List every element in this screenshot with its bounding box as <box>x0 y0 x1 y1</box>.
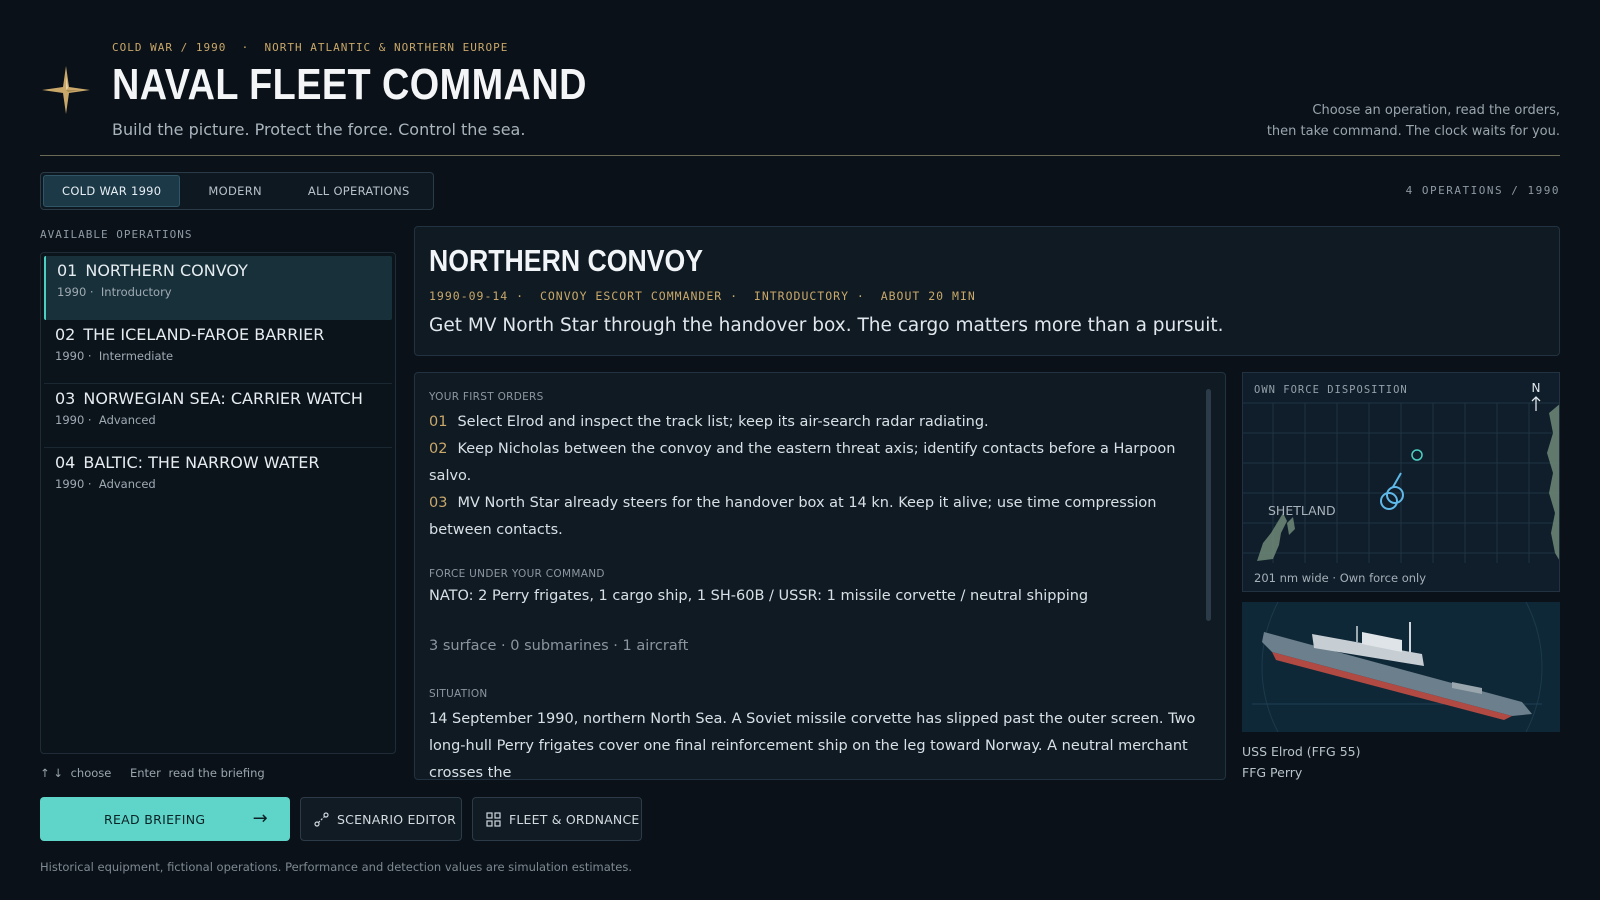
briefing-date: 1990-09-14 <box>429 289 509 303</box>
read-briefing-button[interactable]: READ BRIEFING → <box>40 797 290 841</box>
briefing-summary: Get MV North Star through the handover b… <box>429 315 1224 336</box>
keyboard-hints: ↑ ↓ choose Enter read the briefing <box>40 766 269 780</box>
briefing-role: CONVOY ESCORT COMMANDER <box>539 289 723 303</box>
operation-meta: 1990 · Intermediate <box>55 349 174 363</box>
ship-image <box>1242 602 1560 732</box>
page-header: COLD WAR / 1990 · NORTH ATLANTIC & NORTH… <box>40 36 1560 156</box>
compass-star-icon <box>42 66 90 114</box>
route-icon <box>314 812 329 827</box>
map-footer: 201 nm wide · Own force only <box>1254 571 1427 585</box>
frigate-illustration <box>1252 602 1543 732</box>
header-hint: Choose an operation, read the orders, th… <box>1267 100 1560 142</box>
order-item: 01 Select Elrod and inspect the track lis… <box>429 414 989 430</box>
grid-icon <box>486 812 501 827</box>
unit-counts: 3 surface · 0 submarines · 1 aircraft <box>429 638 689 654</box>
operation-title: 02 THE ICELAND-FAROE BARRIER <box>55 325 325 344</box>
operation-item-northern-convoy[interactable]: 01 NORTHERN CONVOY 1990 · Introductory <box>44 256 392 320</box>
orders-scrollbar[interactable] <box>1206 389 1211 621</box>
force-text: NATO: 2 Perry frigates, 1 cargo ship, 1 … <box>429 588 1089 604</box>
scenario-editor-label: SCENARIO EDITOR <box>337 811 457 827</box>
tab-cold-war-1990[interactable]: COLD WAR 1990 <box>43 175 181 207</box>
read-briefing-label: READ BRIEFING <box>104 811 206 827</box>
operations-list: 01 NORTHERN CONVOY 1990 · Introductory 02… <box>40 252 396 754</box>
operation-title: 03 NORWEGIAN SEA: CARRIER WATCH <box>55 389 363 408</box>
kicker-region: NORTH ATLANTIC & NORTHERN EUROPE <box>264 41 509 54</box>
map-place-label: SHETLAND <box>1268 503 1336 518</box>
briefing-level: INTRODUCTORY <box>753 289 849 303</box>
own-force-markers <box>1380 472 1404 510</box>
tab-all-operations[interactable]: ALL OPERATIONS <box>290 175 428 207</box>
fleet-ordnance-label: FLEET & ORDNANCE <box>509 811 640 827</box>
arrow-keys-hint: ↑ ↓ <box>40 766 63 780</box>
briefing-meta: 1990-09-14 · CONVOY ESCORT COMMANDER · I… <box>429 289 976 303</box>
map-label: OWN FORCE DISPOSITION <box>1254 384 1408 396</box>
operation-meta: 1990 · Advanced <box>55 477 156 491</box>
orders-panel: YOUR FIRST ORDERS 01 Select Elrod and ins… <box>414 372 1226 780</box>
situation-text: 14 September 1990, northern North Sea. A… <box>429 711 1196 780</box>
order-item: 02 Keep Nicholas between the convoy and t… <box>429 441 1176 484</box>
tab-modern[interactable]: MODERN <box>186 175 284 207</box>
arrow-right-icon: → <box>252 808 268 829</box>
briefing-duration: ABOUT 20 MIN <box>880 289 976 303</box>
operations-count: 4 OPERATIONS / 1990 <box>1405 184 1560 197</box>
kicker-era: COLD WAR / 1990 <box>112 41 227 54</box>
disclaimer: Historical equipment, fictional operatio… <box>40 860 633 874</box>
north-indicator: N <box>1529 381 1543 416</box>
page-title: NAVAL FLEET COMMAND <box>112 60 587 109</box>
era-tabs: COLD WAR 1990 MODERN ALL OPERATIONS <box>40 172 434 210</box>
operation-meta: 1990 · Advanced <box>55 413 156 427</box>
ship-class: FFG Perry <box>1242 765 1303 780</box>
map-graphic <box>1243 402 1559 563</box>
operation-item-baltic[interactable]: 04 BALTIC: THE NARROW WATER 1990 · Advanc… <box>44 448 392 512</box>
operation-title: 04 BALTIC: THE NARROW WATER <box>55 453 320 472</box>
header-hint-line: Choose an operation, read the orders, <box>1312 103 1560 118</box>
scenario-editor-button[interactable]: SCENARIO EDITOR <box>300 797 462 841</box>
operation-item-iceland-faroe[interactable]: 02 THE ICELAND-FAROE BARRIER 1990 · Inter… <box>44 320 392 384</box>
choose-hint: choose <box>70 766 112 780</box>
briefing-header: NORTHERN CONVOY 1990-09-14 · CONVOY ESCO… <box>414 226 1560 356</box>
first-orders-label: YOUR FIRST ORDERS <box>429 391 544 403</box>
contact-marker <box>1411 449 1423 461</box>
header-kicker: COLD WAR / 1990 · NORTH ATLANTIC & NORTH… <box>112 41 508 54</box>
available-operations-label: AVAILABLE OPERATIONS <box>40 228 193 241</box>
fleet-ordnance-button[interactable]: FLEET & ORDNANCE <box>472 797 642 841</box>
kicker-separator: · <box>233 41 257 54</box>
force-disposition-map[interactable]: OWN FORCE DISPOSITION N SHETLAND 201 nm … <box>1242 372 1560 592</box>
order-item: 03 MV North Star already steers for the h… <box>429 495 1157 538</box>
norway-coastline <box>1547 404 1559 560</box>
operation-item-norwegian-sea[interactable]: 03 NORWEGIAN SEA: CARRIER WATCH 1990 · Ad… <box>44 384 392 448</box>
operation-meta: 1990 · Introductory <box>57 285 172 299</box>
force-label: FORCE UNDER YOUR COMMAND <box>429 568 605 580</box>
enter-key-hint: Enter <box>129 766 161 780</box>
situation-label: SITUATION <box>429 688 488 700</box>
briefing-title: NORTHERN CONVOY <box>429 243 704 278</box>
read-briefing-hint: read the briefing <box>168 766 265 780</box>
ship-name: USS Elrod (FFG 55) <box>1242 744 1361 759</box>
header-hint-line: then take command. The clock waits for y… <box>1266 124 1560 139</box>
north-arrow-icon <box>1531 396 1541 411</box>
first-orders-list: 01 Select Elrod and inspect the track lis… <box>429 409 1197 544</box>
page-tagline: Build the picture. Protect the force. Co… <box>112 120 526 139</box>
operation-title: 01 NORTHERN CONVOY <box>57 261 248 280</box>
shetland-coastline <box>1257 513 1295 561</box>
